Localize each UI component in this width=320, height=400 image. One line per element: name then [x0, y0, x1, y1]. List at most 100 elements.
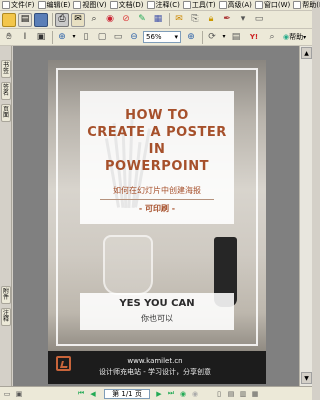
menu-comments[interactable]: 注释(C): [146, 0, 180, 10]
menu-window[interactable]: 窗口(W): [254, 0, 291, 10]
edit-menu-icon: [37, 1, 46, 9]
forms-icon[interactable]: ▦: [151, 13, 165, 27]
tab-label: 页面: [2, 106, 9, 119]
fit-page-icon[interactable]: ▢: [95, 30, 109, 44]
tab-pages[interactable]: 页面: [1, 104, 11, 122]
page-number-field[interactable]: 第 1/1 页: [104, 388, 150, 399]
tools-menu-icon: [182, 1, 191, 9]
menu-document[interactable]: 文档(D): [109, 0, 144, 10]
comments-menu-icon: [146, 1, 155, 9]
toolbar-separator: [52, 30, 53, 44]
open-folder-icon[interactable]: [2, 12, 16, 27]
title-panel: HOW TO CREATE A POSTER IN POWERPOINT 如何在…: [80, 91, 234, 224]
tagline-panel: YES YOU CAN 你也可以: [80, 293, 234, 330]
zoom-plus-icon[interactable]: ⊕: [184, 30, 198, 44]
main-toolbar: ▤ ⎙ ✉ ⌕ ◉ ⊘ ✎ ▦ ✉ ⎘ 🔒︎ ✒ ▾ ▭: [0, 11, 312, 29]
toolbar-separator: [202, 30, 203, 44]
menu-advanced[interactable]: 高级(A): [218, 0, 252, 10]
tab-attachments[interactable]: 附件: [1, 286, 11, 304]
zoom-dropdown-icon[interactable]: ▾: [71, 30, 77, 44]
vertical-scrollbar[interactable]: ▲ ▼: [299, 46, 312, 386]
title-line: IN: [148, 142, 166, 157]
fit-width-icon[interactable]: ▭: [111, 30, 125, 44]
help-label: 帮助: [289, 33, 304, 41]
tab-label: 附件: [2, 288, 9, 301]
next-page-icon[interactable]: ▶: [154, 389, 164, 399]
email-icon[interactable]: ✉: [71, 12, 85, 27]
search-icon[interactable]: ⌕: [87, 13, 101, 27]
continuous-icon[interactable]: ▤: [226, 389, 236, 399]
tab-signatures[interactable]: 签名: [1, 82, 11, 100]
scroll-up-icon[interactable]: ▲: [301, 47, 312, 59]
file-menu-icon: [2, 1, 10, 9]
rotate-view-icon[interactable]: ⟳: [205, 30, 219, 44]
yahoo-search-icon[interactable]: Y!: [245, 30, 263, 44]
facing-pages-icon[interactable]: ▥: [238, 389, 248, 399]
actual-size-icon[interactable]: ▯: [79, 30, 93, 44]
tab-label: 书签: [2, 62, 9, 75]
tagline-subtitle: 你也可以: [141, 314, 173, 323]
first-page-icon[interactable]: ⏮: [76, 389, 86, 399]
menu-file[interactable]: 文件(F): [2, 0, 35, 10]
menu-label: 视图(V): [82, 1, 107, 9]
save-icon[interactable]: [34, 12, 48, 27]
kamilet-logo-icon: [56, 356, 71, 371]
menu-tools[interactable]: 工具(T): [182, 0, 216, 10]
scroll-down-icon[interactable]: ▼: [301, 372, 312, 384]
toolbar-separator: [52, 13, 53, 26]
navigation-panel: 书签 签名 页面 附件 注释: [0, 46, 12, 386]
single-page-icon[interactable]: ▯: [214, 389, 224, 399]
secure-icon[interactable]: ⊘: [119, 13, 133, 27]
window-menu-icon: [254, 1, 263, 9]
menu-view[interactable]: 视图(V): [73, 0, 107, 10]
attach-icon[interactable]: ⎘: [188, 13, 202, 27]
title-line: HOW TO: [125, 108, 189, 123]
page-setup-icon[interactable]: ▭: [252, 13, 266, 27]
menu-bar: 文件(F) 编辑(E) 视图(V) 文档(D) 注释(C) 工具(T) 高级(A…: [0, 0, 320, 11]
create-pdf-icon[interactable]: ▤: [18, 12, 32, 27]
menu-help[interactable]: 帮助(H): [293, 0, 320, 10]
more-tools-icon[interactable]: ▾: [236, 13, 250, 27]
menu-edit[interactable]: 编辑(E): [37, 0, 71, 10]
last-page-icon[interactable]: ⏭: [166, 389, 176, 399]
menu-label: 注释(C): [155, 1, 180, 9]
view-toolbar: ✋︎ I ▣ ⊕ ▾ ▯ ▢ ▭ ⊖ 56% ▾ ⊕ ⟳ ▾ ▤ Y! ⌕ ◉ 帮助…: [0, 29, 312, 46]
help-dropdown-icon: ▾: [303, 33, 307, 41]
page-size-icon: ▭: [3, 389, 11, 398]
tab-label: 签名: [2, 84, 9, 97]
title-line: CREATE A POSTER: [87, 125, 227, 140]
review-icon[interactable]: ✉: [172, 13, 186, 27]
go-forward-icon[interactable]: ◉: [190, 389, 200, 399]
zoom-level-value: 56%: [146, 33, 162, 41]
document-menu-icon: [109, 1, 118, 9]
go-back-icon[interactable]: ◉: [178, 389, 188, 399]
continuous-facing-icon[interactable]: ▦: [250, 389, 260, 399]
stamp-icon[interactable]: ◉: [103, 13, 117, 27]
menu-label: 工具(T): [191, 1, 216, 9]
hand-tool-icon[interactable]: ✋︎: [2, 30, 16, 44]
tab-bookmarks[interactable]: 书签: [1, 60, 11, 78]
menu-label: 文件(F): [11, 1, 35, 9]
zoom-out-icon[interactable]: ⊖: [127, 30, 141, 44]
pages-icon[interactable]: ▤: [229, 30, 243, 44]
help-button[interactable]: ◉ 帮助 ▾: [283, 32, 306, 42]
poster-subtitle: 如何在幻灯片中创建海报: [113, 186, 201, 195]
lock-icon[interactable]: 🔒︎: [204, 13, 218, 27]
menu-label: 编辑(E): [46, 1, 71, 9]
snapshot-icon[interactable]: ▣: [34, 30, 48, 44]
window-icon: ▣: [15, 389, 23, 398]
title-divider: [100, 199, 214, 200]
menu-label: 窗口(W): [263, 1, 291, 9]
tagline-title: YES YOU CAN: [119, 298, 195, 309]
tab-comments[interactable]: 注释: [1, 308, 11, 326]
print-icon[interactable]: ⎙: [55, 12, 69, 27]
web-search-icon[interactable]: ⌕: [265, 30, 279, 44]
zoom-level-field[interactable]: 56% ▾: [143, 31, 181, 43]
zoom-dropdown-arrow-icon[interactable]: ▾: [174, 33, 178, 41]
previous-page-icon[interactable]: ◀: [88, 389, 98, 399]
zoom-in-icon[interactable]: ⊕: [55, 30, 69, 44]
sign-icon[interactable]: ✎: [135, 13, 149, 27]
layout-dropdown-icon[interactable]: ▾: [221, 30, 227, 44]
pen-icon[interactable]: ✒: [220, 13, 234, 27]
select-tool-icon[interactable]: I: [18, 30, 32, 44]
